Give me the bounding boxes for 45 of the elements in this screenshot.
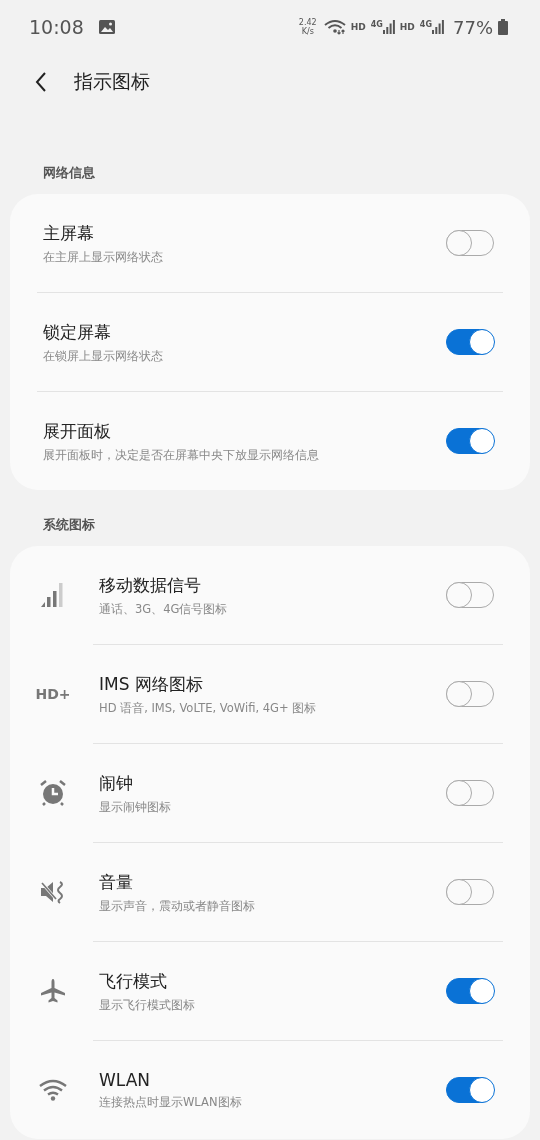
toggle-switch[interactable] (446, 428, 494, 454)
setting-description: 在锁屏上显示网络状态 (43, 348, 164, 364)
setting-description: 连接热点时显示WLAN图标 (99, 1095, 243, 1110)
setting-description: 显示闹钟图标 (99, 799, 172, 815)
setting-title: 音量 (99, 870, 134, 894)
setting-description: 在主屏上显示网络状态 (43, 249, 164, 265)
setting-description: 显示声音，震动或者静音图标 (99, 898, 256, 914)
wifi-icon (323, 19, 346, 35)
toggle-switch[interactable] (446, 1077, 494, 1103)
toggle-switch[interactable] (446, 329, 494, 355)
toggle-switch[interactable] (446, 978, 494, 1004)
hd-label: HD (350, 22, 366, 32)
setting-title: 主屏幕 (43, 221, 95, 245)
signal-icon (382, 20, 395, 34)
setting-title: 飞行模式 (99, 969, 168, 993)
alarm-clock-icon (40, 780, 66, 806)
section-title: 网络信息 (42, 164, 96, 182)
network-type: 4G (370, 20, 383, 29)
setting-description: HD 语音, IMS, VoLTE, VoWifi, 4G+ 图标 (99, 700, 318, 716)
airplane-icon (41, 979, 65, 1003)
setting-title: 移动数据信号 (99, 573, 202, 597)
image-icon (98, 20, 115, 34)
status-time: 10:08 (29, 16, 84, 38)
back-icon[interactable] (35, 72, 47, 92)
mute-vibrate-icon (40, 880, 66, 904)
network-type: 4G (419, 20, 432, 29)
wifi-icon (39, 1079, 67, 1101)
setting-description: 通话、3G、4G信号图标 (99, 601, 229, 617)
section-title: 系统图标 (42, 516, 96, 534)
battery-level: 77% (453, 16, 493, 38)
page-title: 指示图标 (74, 69, 150, 94)
speed-value: 2.42 (298, 18, 317, 27)
signal-icon (432, 20, 444, 34)
signal-icon (41, 583, 65, 607)
hd-plus-icon: HD+ (35, 686, 71, 702)
setting-description: 展开面板时，决定是否在屏幕中央下放显示网络信息 (43, 447, 320, 463)
setting-title: 锁定屏幕 (43, 320, 112, 344)
setting-description: 显示飞行模式图标 (99, 997, 196, 1013)
setting-title: 展开面板 (43, 419, 112, 443)
speed-unit: K/s (301, 27, 314, 36)
battery-icon (498, 19, 508, 35)
setting-title: WLAN (99, 1070, 152, 1090)
setting-title: IMS 网络图标 (99, 672, 204, 696)
hd-label: HD (399, 22, 415, 32)
setting-title: 闹钟 (99, 771, 134, 795)
